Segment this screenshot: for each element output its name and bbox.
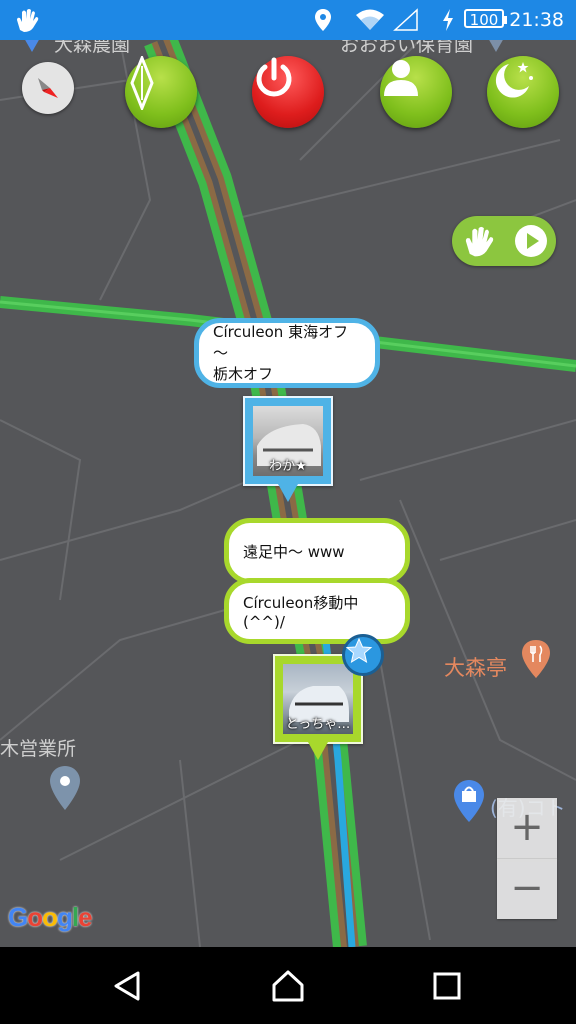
signal-icon	[393, 8, 419, 36]
navigation-bar	[0, 947, 576, 1024]
bubble-text: 遠足中～ www	[243, 542, 345, 561]
back-button[interactable]	[110, 969, 144, 1007]
marker-pointer	[308, 742, 328, 760]
marker-label: とっちゃ…	[285, 717, 351, 732]
map-label-farm: 大森農園	[54, 40, 131, 56]
map-view[interactable]: 大森農園 おおおい保育園 大森亭 木営業所 (有)コト Google	[0, 40, 576, 947]
bubble-text-line: 栃木オフ	[213, 364, 274, 383]
profile-button[interactable]	[380, 56, 452, 128]
user-icon	[384, 60, 418, 96]
bubble-text: Círculeon 東海オフ～ 栃木オフ	[213, 322, 361, 385]
user-marker[interactable]: わか★	[243, 396, 333, 486]
night-mode-button[interactable]	[487, 56, 559, 128]
home-button[interactable]	[270, 969, 306, 1007]
zoom-out-button[interactable]: −	[497, 859, 557, 919]
compass-needle-icon	[130, 56, 154, 110]
moon-stars-icon	[495, 62, 533, 98]
location-icon	[313, 8, 333, 36]
home-icon	[272, 970, 304, 1002]
wave-play-button[interactable]	[452, 216, 556, 266]
map-label-restaurant: 大森亭	[444, 656, 507, 680]
bubble-text: Círculeon移動中(^^)/	[243, 593, 359, 631]
user-photo: わか★	[253, 406, 323, 476]
marker-label: わか★	[269, 459, 307, 474]
google-logo: Google	[8, 902, 93, 932]
bubble-text-line: Círculeon 東海オフ～	[213, 322, 349, 362]
user-photo: とっちゃ…	[283, 664, 353, 734]
power-button[interactable]	[252, 56, 324, 128]
favorite-star-badge[interactable]	[342, 634, 384, 676]
message-bubble[interactable]: 遠足中～ www	[224, 518, 410, 584]
marker-pointer	[278, 484, 298, 502]
star-icon	[345, 637, 373, 664]
charging-icon	[441, 8, 455, 36]
back-icon	[114, 971, 140, 1001]
hand-app-icon	[14, 6, 42, 38]
recents-icon	[433, 972, 461, 1000]
battery-level: 100	[464, 9, 507, 29]
compass-button[interactable]	[22, 62, 74, 114]
message-bubble[interactable]: Círculeon移動中(^^)/	[224, 578, 410, 644]
message-bubble[interactable]: Círculeon 東海オフ～ 栃木オフ	[194, 318, 380, 388]
zoom-in-button[interactable]: +	[497, 798, 557, 858]
clock: 21:38	[509, 9, 564, 31]
power-icon	[256, 57, 292, 97]
status-bar: 100 21:38	[0, 0, 576, 40]
recents-button[interactable]	[432, 971, 462, 1005]
map-label-office: 木営業所	[0, 738, 77, 760]
map-label-nursery: おおおい保育園	[340, 40, 474, 56]
navigation-button[interactable]	[125, 56, 197, 128]
wifi-icon	[354, 8, 386, 36]
